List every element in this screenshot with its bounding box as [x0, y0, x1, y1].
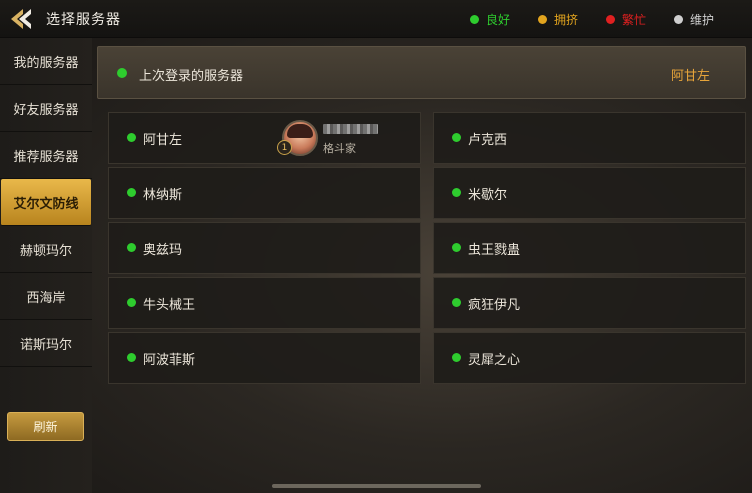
back-arrow-icon [11, 9, 31, 29]
server-name: 阿甘左 [143, 133, 183, 148]
legend-good: 良好 [469, 11, 510, 28]
server-name: 林纳斯 [143, 188, 183, 203]
legend-label: 良好 [485, 13, 510, 27]
character-class: 格斗家 [323, 142, 356, 155]
status-dot-icon [127, 298, 136, 307]
server-name: 阿波菲斯 [143, 353, 196, 368]
server-name: 疯狂伊凡 [468, 298, 521, 313]
server-item[interactable]: 虫王戮蛊 [433, 222, 746, 274]
status-dot-icon [452, 298, 461, 307]
last-login-label: 上次登录的服务器 [139, 69, 244, 84]
legend-label: 拥挤 [553, 13, 578, 27]
server-item[interactable]: 疯狂伊凡 [433, 277, 746, 329]
legend-busy: 繁忙 [605, 11, 646, 28]
status-dot-icon [117, 68, 127, 78]
sidebar-item-friend-servers[interactable]: 好友服务器 [0, 85, 92, 132]
last-login-server-bar[interactable]: 上次登录的服务器 阿甘左 [97, 46, 746, 99]
legend-label: 繁忙 [621, 13, 646, 27]
server-item[interactable]: 奥兹玛 [108, 222, 421, 274]
status-legend: 良好 拥挤 繁忙 维护 [442, 11, 714, 28]
status-dot-icon [452, 188, 461, 197]
server-name: 米歇尔 [468, 188, 508, 203]
server-item[interactable]: 阿甘左 [108, 112, 421, 164]
sidebar-item-west-coast[interactable]: 西海岸 [0, 273, 92, 320]
sidebar-item-elvenguard[interactable]: 艾尔文防线 [1, 179, 91, 226]
status-dot-icon [605, 15, 615, 24]
legend-label: 维护 [689, 13, 714, 27]
status-dot-icon [127, 188, 136, 197]
status-dot-icon [127, 133, 136, 142]
status-dot-icon [452, 353, 461, 362]
refresh-button[interactable]: 刷新 [7, 412, 84, 441]
header-bar: 选择服务器 良好 拥挤 繁忙 维护 [0, 0, 752, 38]
back-button[interactable] [4, 4, 38, 34]
last-login-server-name: 阿甘左 [670, 69, 710, 84]
status-dot-icon [537, 15, 547, 24]
status-dot-icon [452, 243, 461, 252]
server-item[interactable]: 灵犀之心 [433, 332, 746, 384]
server-item[interactable]: 米歇尔 [433, 167, 746, 219]
server-item[interactable]: 牛头械王 [108, 277, 421, 329]
character-level-badge: 1 [277, 140, 292, 155]
server-name: 虫王戮蛊 [468, 243, 521, 258]
sidebar-item-my-servers[interactable]: 我的服务器 [0, 38, 92, 85]
server-name: 灵犀之心 [468, 353, 521, 368]
sidebar-item-noth-mire[interactable]: 诺斯玛尔 [0, 320, 92, 367]
status-dot-icon [452, 133, 461, 142]
server-category-sidebar: 我的服务器 好友服务器 推荐服务器 艾尔文防线 赫顿玛尔 西海岸 诺斯玛尔 刷新 [0, 38, 92, 493]
server-name: 卢克西 [468, 133, 508, 148]
status-dot-icon [127, 353, 136, 362]
sidebar-item-hendonmyre[interactable]: 赫顿玛尔 [0, 226, 92, 273]
legend-maintenance: 维护 [673, 11, 714, 28]
character-name-blurred [323, 124, 378, 134]
sidebar-item-recommended-servers[interactable]: 推荐服务器 [0, 132, 92, 179]
status-dot-icon [469, 15, 479, 24]
server-name: 奥兹玛 [143, 243, 183, 258]
legend-crowded: 拥挤 [537, 11, 578, 28]
status-dot-icon [673, 15, 683, 24]
server-item[interactable]: 卢克西 [433, 112, 746, 164]
server-name: 牛头械王 [143, 298, 196, 313]
server-item[interactable]: 林纳斯 [108, 167, 421, 219]
home-indicator[interactable] [272, 484, 481, 488]
page-title: 选择服务器 [46, 12, 121, 28]
server-item[interactable]: 阿波菲斯 [108, 332, 421, 384]
avatar-hair-icon [287, 124, 313, 138]
status-dot-icon [127, 243, 136, 252]
